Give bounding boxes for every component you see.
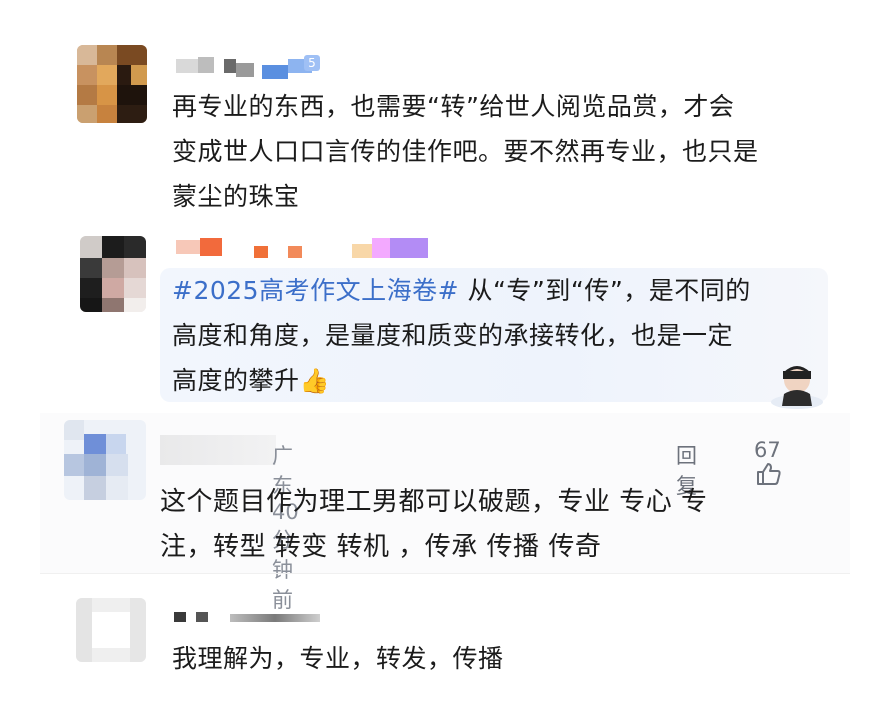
avatar[interactable]: [77, 45, 147, 123]
text-line: 再专业的东西，也需要“转”给世人阅览品赏，才会: [172, 92, 735, 121]
username-pixelated[interactable]: [176, 238, 436, 262]
text-line: 注，转型 转变 转机 ，传承 传播 传奇: [160, 532, 602, 562]
text-segment: 高度的攀升: [172, 366, 300, 395]
text-line: 我理解为，专业，转发，传播: [172, 644, 504, 673]
text-line: 这个题目作为理工男都可以破题，专业 专心 专: [160, 487, 708, 517]
comment-text: 再专业的东西，也需要“转”给世人阅览品赏，才会 变成世人口口言传的佳作吧。要不然…: [172, 84, 832, 219]
text-line: 高度的攀升👍: [172, 358, 822, 404]
username-pixelated[interactable]: [174, 606, 334, 624]
comment-text: #2025高考作文上海卷# 从“专”到“传”，是不同的 高度和角度，是量度和质变…: [172, 268, 822, 404]
pixelated-avatar: [76, 598, 146, 662]
level-badge: 5: [304, 55, 320, 71]
text-line: 蒙尘的珠宝: [172, 182, 300, 211]
avatar[interactable]: [64, 420, 146, 500]
decoration-avatar: [770, 362, 824, 410]
text-line: #2025高考作文上海卷# 从“专”到“传”，是不同的: [172, 268, 822, 313]
pixelated-avatar: [64, 420, 146, 500]
text-segment: 从“专”到“传”，是不同的: [459, 276, 751, 305]
pixelated-avatar: [80, 236, 146, 312]
divider: [40, 573, 850, 574]
thumbs-up-emoji: 👍: [299, 367, 330, 395]
username-pixelated[interactable]: 5: [176, 55, 326, 79]
text-line: 变成世人口口言传的佳作吧。要不然再专业，也只是: [172, 137, 759, 166]
pixelated-avatar: [77, 45, 147, 123]
hashtag-link[interactable]: #2025高考作文上海卷#: [172, 276, 459, 305]
like-count: 67: [754, 438, 781, 462]
avatar[interactable]: [76, 598, 146, 662]
avatar[interactable]: [80, 236, 146, 312]
comment-text: 我理解为，专业，转发，传播: [172, 636, 832, 681]
text-line: 高度和角度，是量度和质变的承接转化，也是一定: [172, 321, 734, 350]
username-pixelated[interactable]: [160, 435, 276, 465]
comment-text: 这个题目作为理工男都可以破题，专业 专心 专 注，转型 转变 转机 ，传承 传播…: [160, 480, 830, 570]
